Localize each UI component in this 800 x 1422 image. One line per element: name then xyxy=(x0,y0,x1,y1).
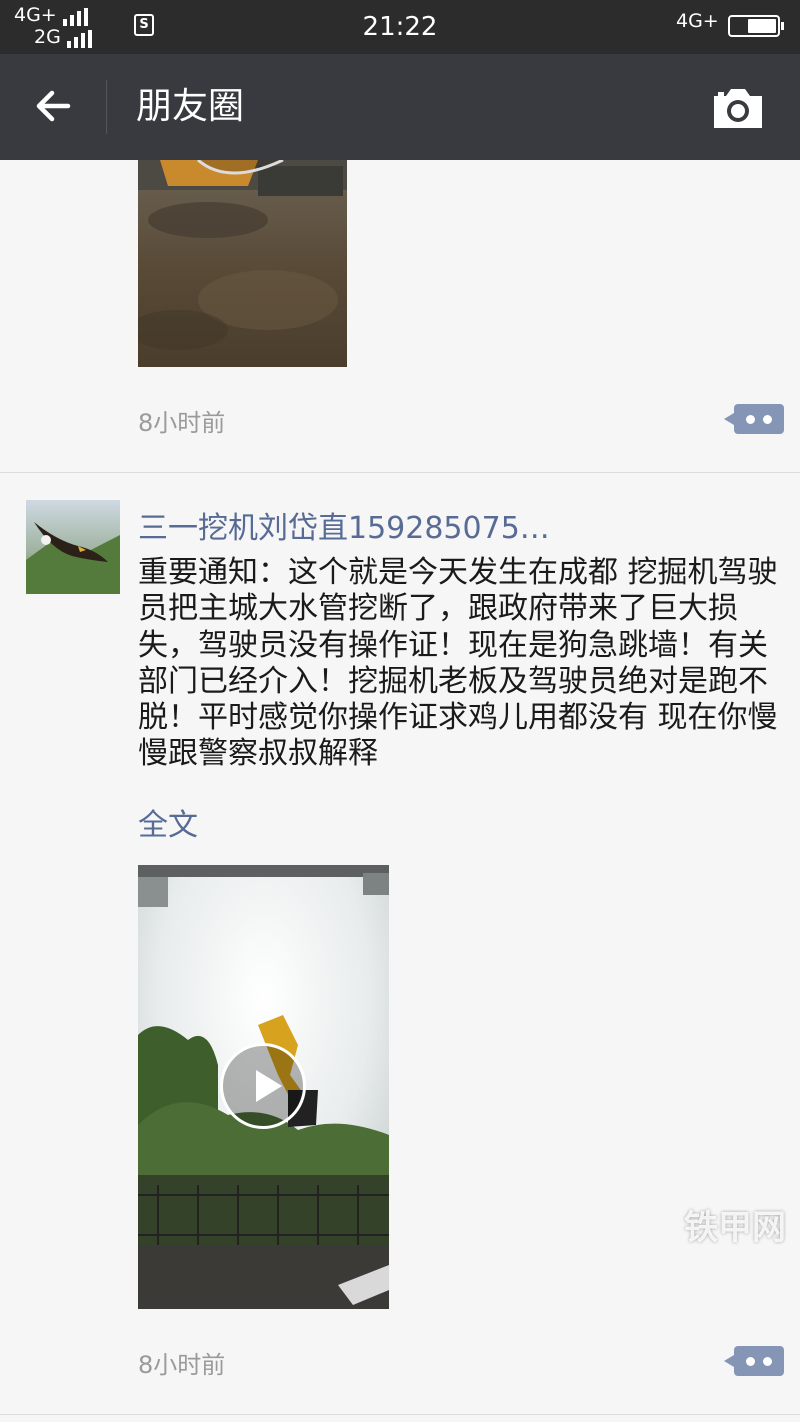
comment-button[interactable] xyxy=(724,1346,784,1376)
full-text-link[interactable]: 全文 xyxy=(138,800,198,844)
play-icon[interactable] xyxy=(220,1043,306,1129)
avatar[interactable] xyxy=(26,500,120,594)
nav-divider xyxy=(106,80,107,134)
post-divider xyxy=(0,472,800,473)
post-time: 8小时前 xyxy=(138,409,226,437)
page-title: 朋友圈 xyxy=(136,86,245,127)
watermark: 铁甲网 xyxy=(684,1208,786,1248)
video-thumbnail[interactable] xyxy=(138,160,347,367)
moments-feed[interactable]: 8小时前 三一挖机刘岱直159285075… 重要通知：这个就是今天发生在成都 … xyxy=(0,160,800,1422)
nav-bar: 朋友圈 xyxy=(0,54,800,160)
post-divider xyxy=(0,1414,800,1415)
status-bar: 4G+ 2G S 21:22 4G+ xyxy=(0,0,800,54)
comment-button[interactable] xyxy=(724,404,784,434)
battery-icon xyxy=(728,15,784,37)
post-text: 重要通知：这个就是今天发生在成都 挖掘机驾驶员把主城大水管挖断了，跟政府带来了巨… xyxy=(138,555,778,772)
video-thumbnail[interactable] xyxy=(138,865,389,1309)
post-time: 8小时前 xyxy=(138,1351,226,1379)
camera-icon[interactable] xyxy=(710,84,766,132)
back-arrow-icon[interactable] xyxy=(30,82,78,130)
network-type-right: 4G+ xyxy=(676,10,719,32)
author-name-link[interactable]: 三一挖机刘岱直159285075… xyxy=(138,503,550,547)
